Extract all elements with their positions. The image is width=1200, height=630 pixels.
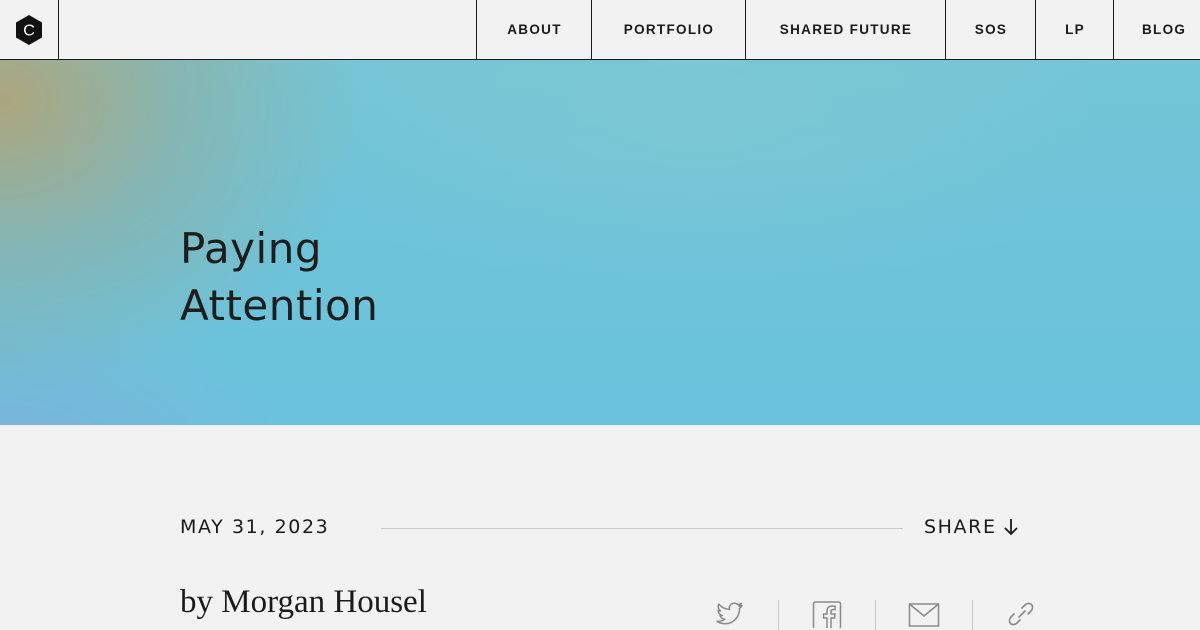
logo[interactable]: C	[0, 0, 59, 59]
twitter-icon	[716, 602, 743, 625]
share-link-button[interactable]	[1005, 600, 1037, 630]
svg-text:C: C	[23, 22, 35, 39]
nav-shared-future[interactable]: SHARED FUTURE	[745, 0, 946, 59]
arrow-down-icon	[1003, 519, 1018, 536]
share-facebook-button[interactable]	[811, 600, 843, 630]
link-icon	[1008, 602, 1034, 626]
article-date: MAY 31, 2023	[180, 516, 330, 538]
meta-divider	[381, 528, 903, 529]
email-icon	[908, 603, 940, 627]
nav-lp[interactable]: LP	[1035, 0, 1114, 59]
share-button[interactable]: SHARE	[924, 516, 1019, 538]
article-title-line-2: Attention	[180, 281, 379, 330]
share-label: SHARE	[924, 516, 997, 538]
nav-portfolio[interactable]: PORTFOLIO	[591, 0, 746, 59]
share-divider	[972, 600, 973, 630]
nav-sos[interactable]: SOS	[945, 0, 1036, 59]
share-twitter-button[interactable]	[714, 600, 746, 630]
share-options	[700, 598, 1060, 630]
share-divider	[875, 600, 876, 630]
article-byline: by Morgan Housel	[180, 584, 427, 620]
nav-blog[interactable]: BLOG	[1113, 0, 1200, 59]
share-divider	[778, 600, 779, 630]
hero-banner: Paying Attention	[0, 60, 1200, 425]
article-title: Paying Attention	[180, 220, 378, 334]
facebook-icon	[812, 601, 842, 628]
article-title-line-1: Paying	[180, 224, 322, 273]
share-email-button[interactable]	[908, 600, 940, 630]
nav-about[interactable]: ABOUT	[476, 0, 592, 59]
site-header: C ABOUT PORTFOLIO SHARED FUTURE SOS LP B…	[0, 0, 1200, 60]
hexagon-c-logo-icon[interactable]: C	[14, 14, 44, 46]
